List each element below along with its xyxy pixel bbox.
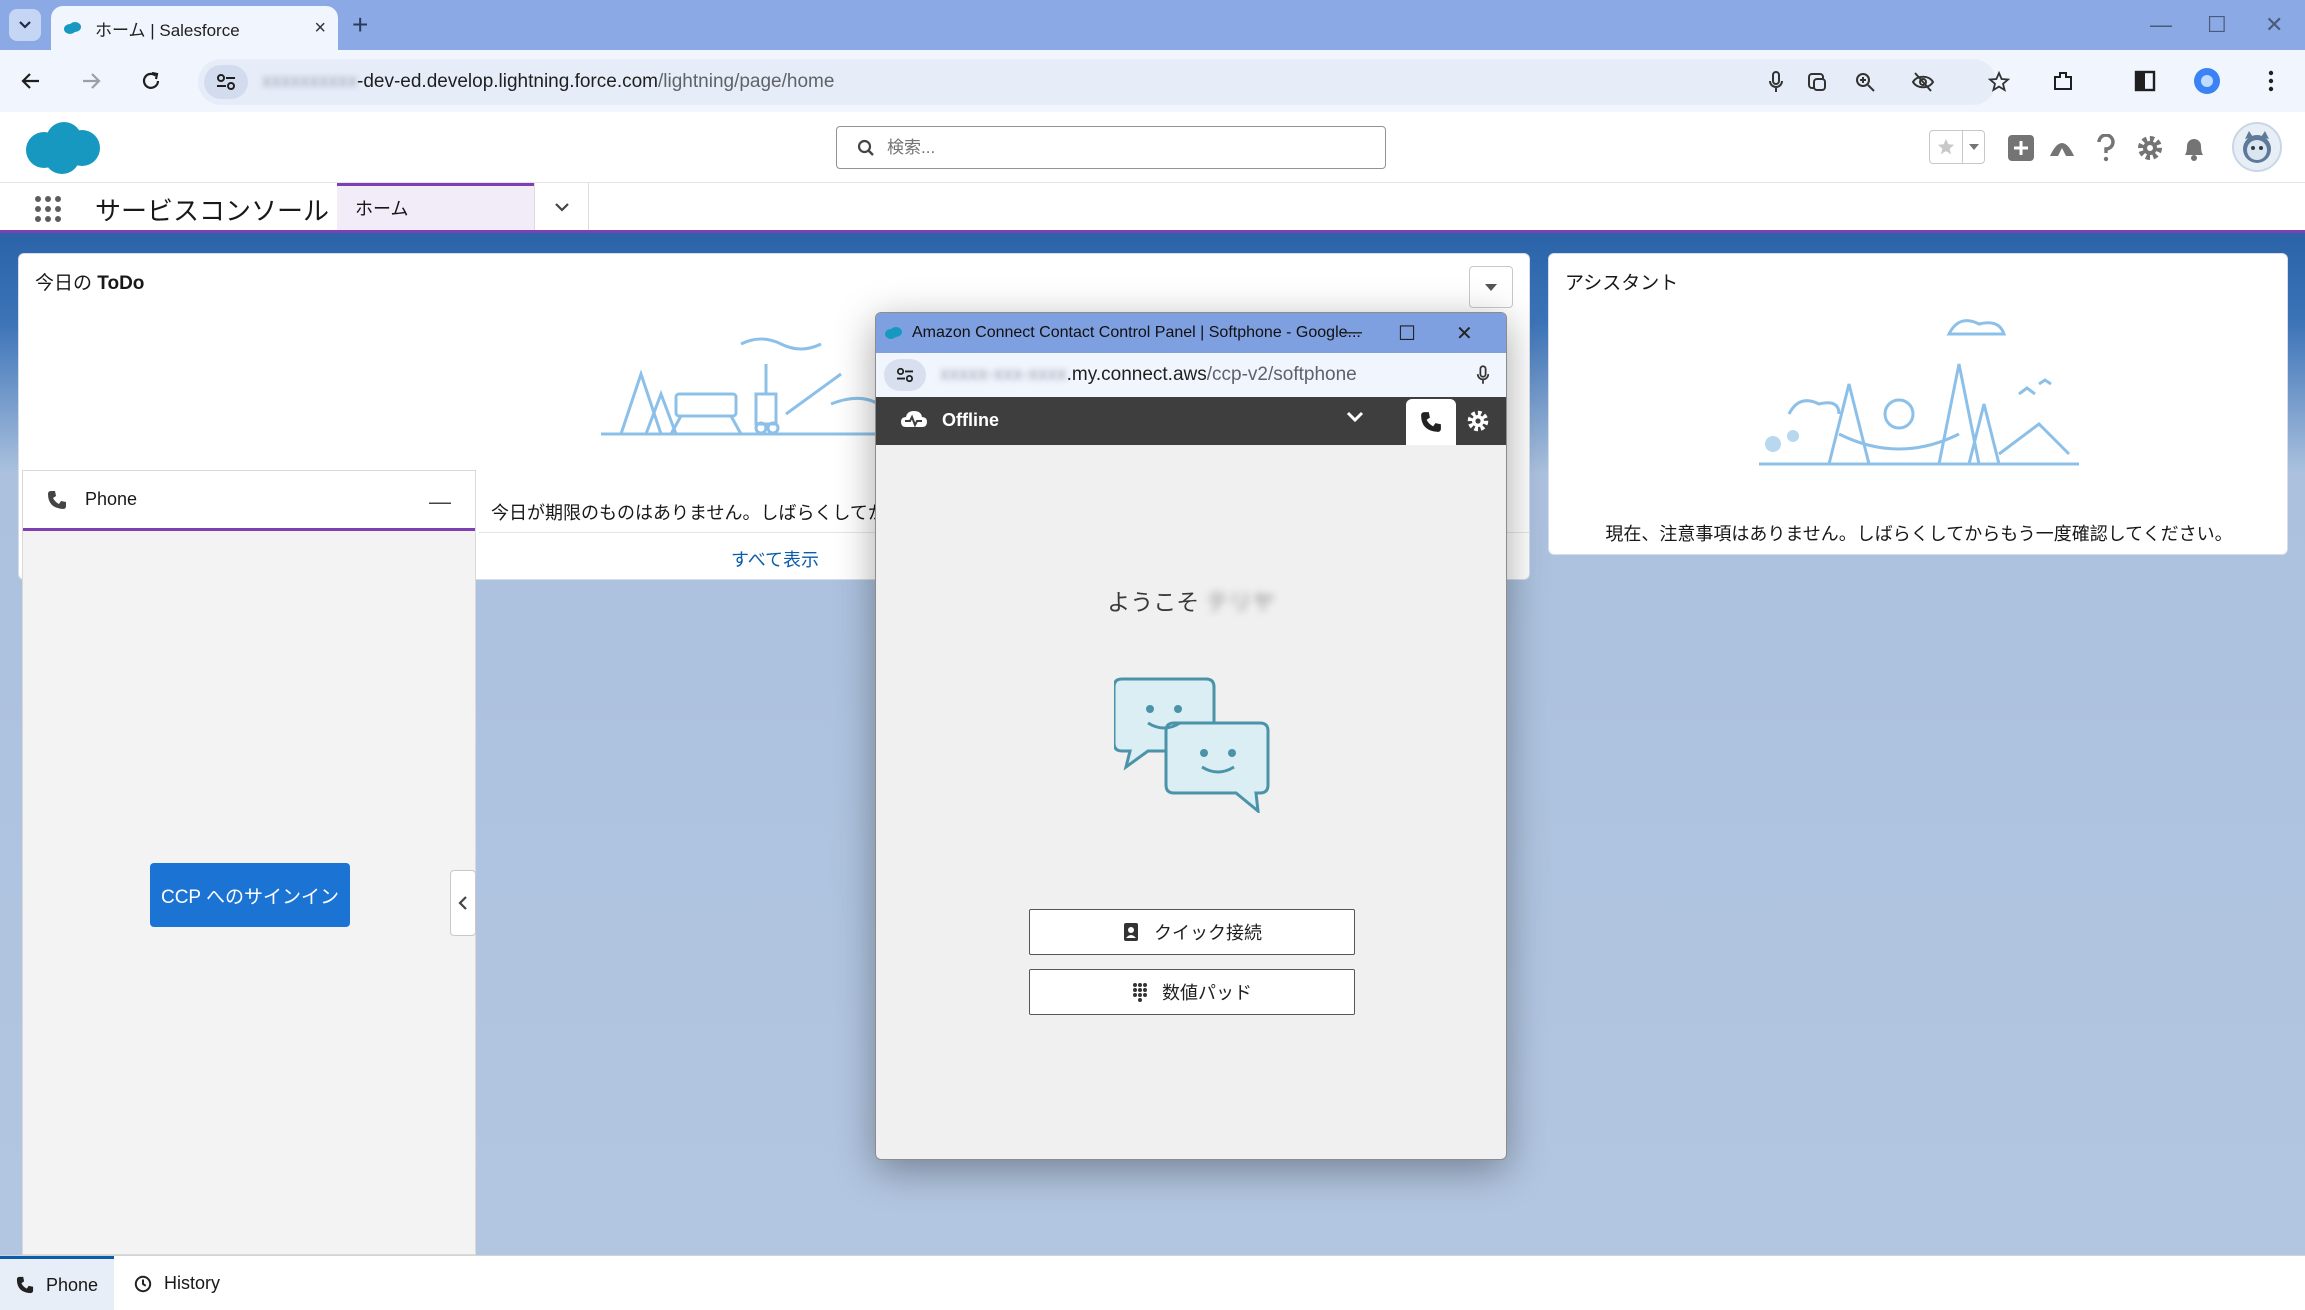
search-input[interactable]	[887, 137, 1367, 158]
help-icon[interactable]	[2090, 132, 2122, 164]
salesforce-favicon-icon	[64, 22, 81, 34]
phone-utility-panel: Phone — CCP へのサインイン	[22, 470, 476, 1255]
mic-icon[interactable]	[1476, 365, 1490, 385]
clock-icon	[134, 1275, 152, 1292]
popup-close-icon[interactable]: ✕	[1456, 321, 1473, 346]
chevron-left-icon	[458, 896, 467, 910]
maximize-icon[interactable]: ☐	[2207, 12, 2227, 38]
agent-status-label: Offline	[942, 409, 999, 430]
numpad-button[interactable]: 数値パッド	[1029, 969, 1355, 1015]
eye-off-icon[interactable]	[1911, 70, 1935, 94]
agent-status-selector[interactable]: Offline	[900, 409, 999, 431]
add-icon[interactable]	[2005, 132, 2037, 164]
popup-window-title: Amazon Connect Contact Control Panel | S…	[912, 324, 1361, 341]
back-icon[interactable]	[16, 66, 46, 96]
mic-icon[interactable]	[1764, 70, 1788, 94]
extensions-icon[interactable]	[2048, 66, 2078, 96]
global-search[interactable]	[836, 126, 1386, 169]
dropdown-icon	[1485, 283, 1497, 291]
star-icon[interactable]	[1987, 70, 2011, 94]
minimize-icon[interactable]: —	[2150, 12, 2172, 38]
app-name: サービスコンソール	[95, 196, 330, 226]
avatar[interactable]	[2232, 122, 2282, 172]
search-icon	[857, 139, 874, 156]
phone-icon	[48, 490, 66, 509]
browser-tab-salesforce[interactable]: ホーム | Salesforce ×	[51, 6, 338, 50]
salesforce-global-header	[0, 112, 2305, 183]
chevron-down-icon	[554, 202, 569, 212]
ccp-signin-button[interactable]: CCP へのサインイン	[150, 863, 350, 927]
browser-tab-strip: ホーム | Salesforce × + — ☐ ✕	[0, 0, 2305, 50]
minimize-panel-icon[interactable]: —	[429, 489, 451, 515]
reload-icon[interactable]	[136, 66, 166, 96]
utility-history-label: History	[164, 1273, 221, 1293]
gear-icon[interactable]	[1466, 409, 1490, 433]
phone-icon	[1421, 412, 1441, 432]
popup-url-text: xxxxx-xxx-xxxx.my.connect.aws/ccp-v2/sof…	[940, 364, 1357, 385]
browser-toolbar: xxxxxxxxxx-dev-ed.develop.lightning.forc…	[0, 50, 2305, 112]
cast-icon[interactable]	[1805, 70, 1829, 94]
tab-close-icon[interactable]: ×	[314, 17, 326, 40]
nav-tab-menu-button[interactable]	[534, 183, 589, 230]
ccp-status-bar: Offline	[876, 397, 1506, 445]
phone-icon	[16, 1276, 34, 1294]
todo-empty-message: 今日が期限のものはありません。しばらくしてから	[491, 503, 904, 523]
utility-phone-button[interactable]: Phone	[0, 1256, 115, 1310]
numpad-label: 数値パッド	[1162, 983, 1252, 1003]
bell-icon[interactable]	[2178, 132, 2210, 164]
salesforce-favicon-icon	[885, 327, 902, 339]
popup-minimize-icon[interactable]: —	[1342, 321, 1362, 344]
profile-icon[interactable]	[2192, 66, 2222, 96]
popup-maximize-icon[interactable]: ☐	[1398, 321, 1416, 346]
phone-panel-header: Phone —	[23, 471, 475, 531]
salesforce-logo[interactable]	[22, 120, 104, 176]
cloud-status-icon	[901, 411, 927, 428]
collapse-panel-button[interactable]	[450, 870, 476, 936]
trailhead-icon[interactable]	[2046, 132, 2078, 164]
new-tab-icon[interactable]: +	[352, 11, 368, 39]
address-bar[interactable]: xxxxxxxxxx-dev-ed.develop.lightning.forc…	[198, 59, 2010, 105]
assistant-card-title: アシスタント	[1565, 273, 1679, 294]
favorites-dropdown-icon[interactable]	[1962, 131, 1984, 163]
app-navigation-bar: サービスコンソール ホーム	[0, 183, 2305, 233]
view-all-link[interactable]: すべて表示	[731, 546, 819, 572]
site-info-icon[interactable]	[884, 359, 926, 391]
setup-gear-icon[interactable]	[2134, 132, 2166, 164]
tab-list-icon[interactable]	[9, 9, 41, 41]
utility-phone-label: Phone	[46, 1274, 99, 1295]
tab-title: ホーム | Salesforce	[95, 20, 240, 40]
tab-home[interactable]: ホーム	[337, 183, 534, 230]
chevron-down-icon[interactable]	[1346, 411, 1364, 423]
close-window-icon[interactable]: ✕	[2265, 12, 2283, 38]
sidebar-icon[interactable]	[2130, 66, 2160, 96]
assistant-empty-message: 現在、注意事項はありません。しばらくしてからもう一度確認してください。	[1605, 524, 2233, 544]
todo-empty-illustration	[601, 324, 921, 444]
site-info-icon[interactable]	[204, 65, 248, 99]
popup-address-bar: xxxxx-xxx-xxxx.my.connect.aws/ccp-v2/sof…	[876, 353, 1506, 397]
quick-connect-button[interactable]: クイック接続	[1029, 909, 1355, 955]
quick-connect-label: クイック接続	[1154, 923, 1262, 943]
url-text: xxxxxxxxxx-dev-ed.develop.lightning.forc…	[262, 71, 835, 92]
forward-icon[interactable]	[76, 66, 106, 96]
assistant-empty-illustration	[1749, 304, 2089, 474]
contacts-icon	[1124, 923, 1138, 941]
utility-bar: Phone History	[0, 1255, 2305, 1310]
ccp-popup-window: Amazon Connect Contact Control Panel | S…	[875, 312, 1507, 1160]
favorites-button-group[interactable]	[1929, 130, 1985, 164]
todo-dropdown-button[interactable]	[1469, 266, 1513, 308]
chat-bubbles-illustration	[1114, 673, 1274, 813]
keypad-icon	[1133, 983, 1147, 1002]
ccp-phone-tab[interactable]	[1406, 399, 1456, 445]
assistant-card: アシスタント 現在、注意事項はありません。しばらくしてからもう一度確認してくださ…	[1548, 253, 2288, 555]
zoom-icon[interactable]	[1853, 70, 1877, 94]
todo-card-title: 今日の ToDo	[35, 273, 145, 294]
app-launcher-icon[interactable]	[34, 195, 62, 223]
popup-title-bar: Amazon Connect Contact Control Panel | S…	[876, 313, 1506, 353]
utility-history-button[interactable]: History	[118, 1256, 236, 1310]
menu-icon[interactable]	[2256, 66, 2286, 96]
phone-panel-title: Phone	[85, 489, 138, 509]
welcome-message: ようこそ テリヤ	[1107, 589, 1275, 615]
favorite-star-icon[interactable]	[1930, 131, 1962, 163]
